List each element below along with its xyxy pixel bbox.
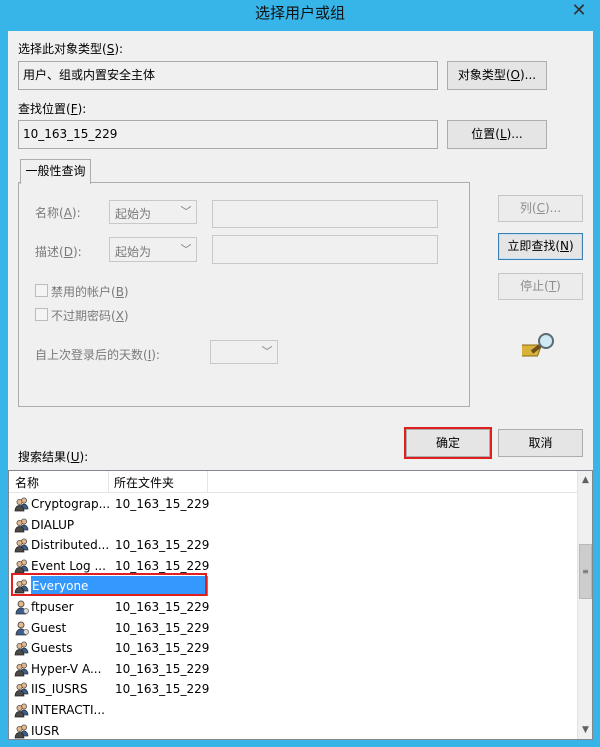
list-item-name: Distributed... bbox=[31, 538, 110, 553]
chevron-down-icon: ﹀ bbox=[261, 345, 273, 358]
list-item-folder: 10_163_15_229 bbox=[115, 538, 210, 553]
group-icon bbox=[14, 702, 30, 718]
list-item-name: Cryptograp... bbox=[31, 497, 111, 511]
group-icon bbox=[14, 537, 30, 553]
list-item[interactable]: Hyper-V A... 10_163_15_229 bbox=[9, 659, 579, 679]
magnifier-search-icon bbox=[514, 330, 558, 360]
list-item-name: INTERACTI... bbox=[31, 703, 105, 717]
group-icon bbox=[14, 496, 30, 512]
list-item-folder: 10_163_15_229 bbox=[115, 641, 210, 656]
list-item-folder: 10_163_15_229 bbox=[115, 682, 210, 697]
name-match-select[interactable]: 起始为 ﹀ bbox=[109, 200, 197, 224]
tab-common-queries[interactable]: 一般性查询 bbox=[20, 159, 91, 184]
list-item-folder: 10_163_15_229 bbox=[115, 600, 210, 614]
list-item-folder: 10_163_15_229 bbox=[115, 497, 210, 511]
column-header-name[interactable]: 名称 bbox=[15, 474, 39, 491]
days-since-logon-select[interactable]: ﹀ bbox=[210, 340, 278, 364]
group-icon bbox=[14, 723, 30, 739]
cancel-button[interactable]: 取消 bbox=[498, 429, 583, 457]
list-header bbox=[9, 471, 577, 493]
list-item-folder: 10_163_15_229 bbox=[115, 661, 210, 676]
chevron-down-icon: ﹀ bbox=[180, 205, 192, 218]
description-label: 描述(D): bbox=[35, 245, 82, 259]
list-item-folder: 10_163_15_229 bbox=[115, 620, 210, 635]
window-title: 选择用户或组 bbox=[254, 4, 345, 22]
list-item-name: Guest bbox=[31, 620, 67, 635]
everyone-highlight-frame bbox=[11, 573, 207, 596]
days-since-logon-label: 自上次登录后的天数(I): bbox=[35, 348, 160, 362]
object-type-label: 选择此对象类型(S): bbox=[18, 42, 124, 56]
name-label: 名称(A): bbox=[35, 206, 81, 220]
grip-icon: ≡ bbox=[582, 567, 589, 576]
name-input[interactable] bbox=[212, 200, 438, 228]
description-input[interactable] bbox=[212, 235, 438, 264]
list-item-name: IIS_IUSRS bbox=[31, 682, 88, 697]
group-icon bbox=[14, 661, 30, 677]
close-icon[interactable]: ✕ bbox=[566, 1, 592, 23]
search-results-list[interactable]: 名称 所在文件夹 Cryptograp... 10_163_15_229 DIALU… bbox=[8, 470, 593, 740]
columns-button[interactable]: 列(C)... bbox=[498, 195, 583, 222]
group-icon bbox=[14, 640, 30, 656]
object-type-field: 用户、组或内置安全主体 bbox=[18, 61, 438, 90]
column-divider[interactable] bbox=[108, 471, 109, 493]
user-icon bbox=[14, 620, 30, 636]
location-label: 查找位置(F): bbox=[18, 102, 87, 116]
group-icon bbox=[14, 517, 30, 533]
list-item[interactable]: Guest 10_163_15_229 bbox=[9, 618, 579, 638]
list-item[interactable]: Cryptograp... 10_163_15_229 bbox=[9, 494, 579, 514]
list-item-name: Guests bbox=[31, 641, 73, 656]
column-divider[interactable] bbox=[207, 471, 208, 493]
list-item[interactable]: ftpuser 10_163_15_229 bbox=[9, 597, 579, 617]
group-icon bbox=[14, 681, 30, 697]
non-expiring-password-label: 不过期密码(X) bbox=[51, 309, 129, 323]
disabled-accounts-label: 禁用的帐户(B) bbox=[51, 285, 129, 299]
list-item-name: Hyper-V A... bbox=[31, 661, 102, 676]
column-header-folder[interactable]: 所在文件夹 bbox=[114, 474, 174, 491]
location-field: 10_163_15_229 bbox=[18, 120, 438, 149]
object-types-button[interactable]: 对象类型(O)... bbox=[447, 61, 547, 90]
find-now-button[interactable]: 立即查找(N) bbox=[498, 233, 583, 260]
group-icon bbox=[14, 558, 30, 574]
scroll-up-icon[interactable]: ▲ bbox=[578, 472, 592, 488]
ok-button-highlight-frame bbox=[404, 427, 492, 459]
disabled-accounts-checkbox[interactable] bbox=[35, 284, 48, 297]
list-item-name: IUSR bbox=[31, 723, 60, 738]
list-item[interactable]: IUSR bbox=[9, 721, 579, 739]
locations-button[interactable]: 位置(L)... bbox=[447, 120, 547, 149]
list-item-name: DIALUP bbox=[31, 517, 75, 532]
list-item[interactable]: IIS_IUSRS 10_163_15_229 bbox=[9, 679, 579, 699]
description-match-select[interactable]: 起始为 ﹀ bbox=[109, 237, 197, 262]
non-expiring-password-checkbox[interactable] bbox=[35, 308, 48, 321]
scroll-down-icon[interactable]: ▼ bbox=[578, 722, 592, 738]
user-icon bbox=[14, 599, 30, 615]
chevron-down-icon: ﹀ bbox=[180, 243, 192, 256]
search-results-label: 搜索结果(U): bbox=[18, 450, 89, 464]
stop-button[interactable]: 停止(T) bbox=[498, 273, 583, 300]
list-item[interactable]: Distributed... 10_163_15_229 bbox=[9, 535, 579, 555]
list-item[interactable]: DIALUP bbox=[9, 515, 579, 535]
list-item-name: ftpuser bbox=[31, 600, 74, 614]
vertical-scrollbar[interactable] bbox=[577, 471, 592, 739]
list-item[interactable]: Guests 10_163_15_229 bbox=[9, 638, 579, 658]
list-item[interactable]: INTERACTI... bbox=[9, 700, 579, 720]
